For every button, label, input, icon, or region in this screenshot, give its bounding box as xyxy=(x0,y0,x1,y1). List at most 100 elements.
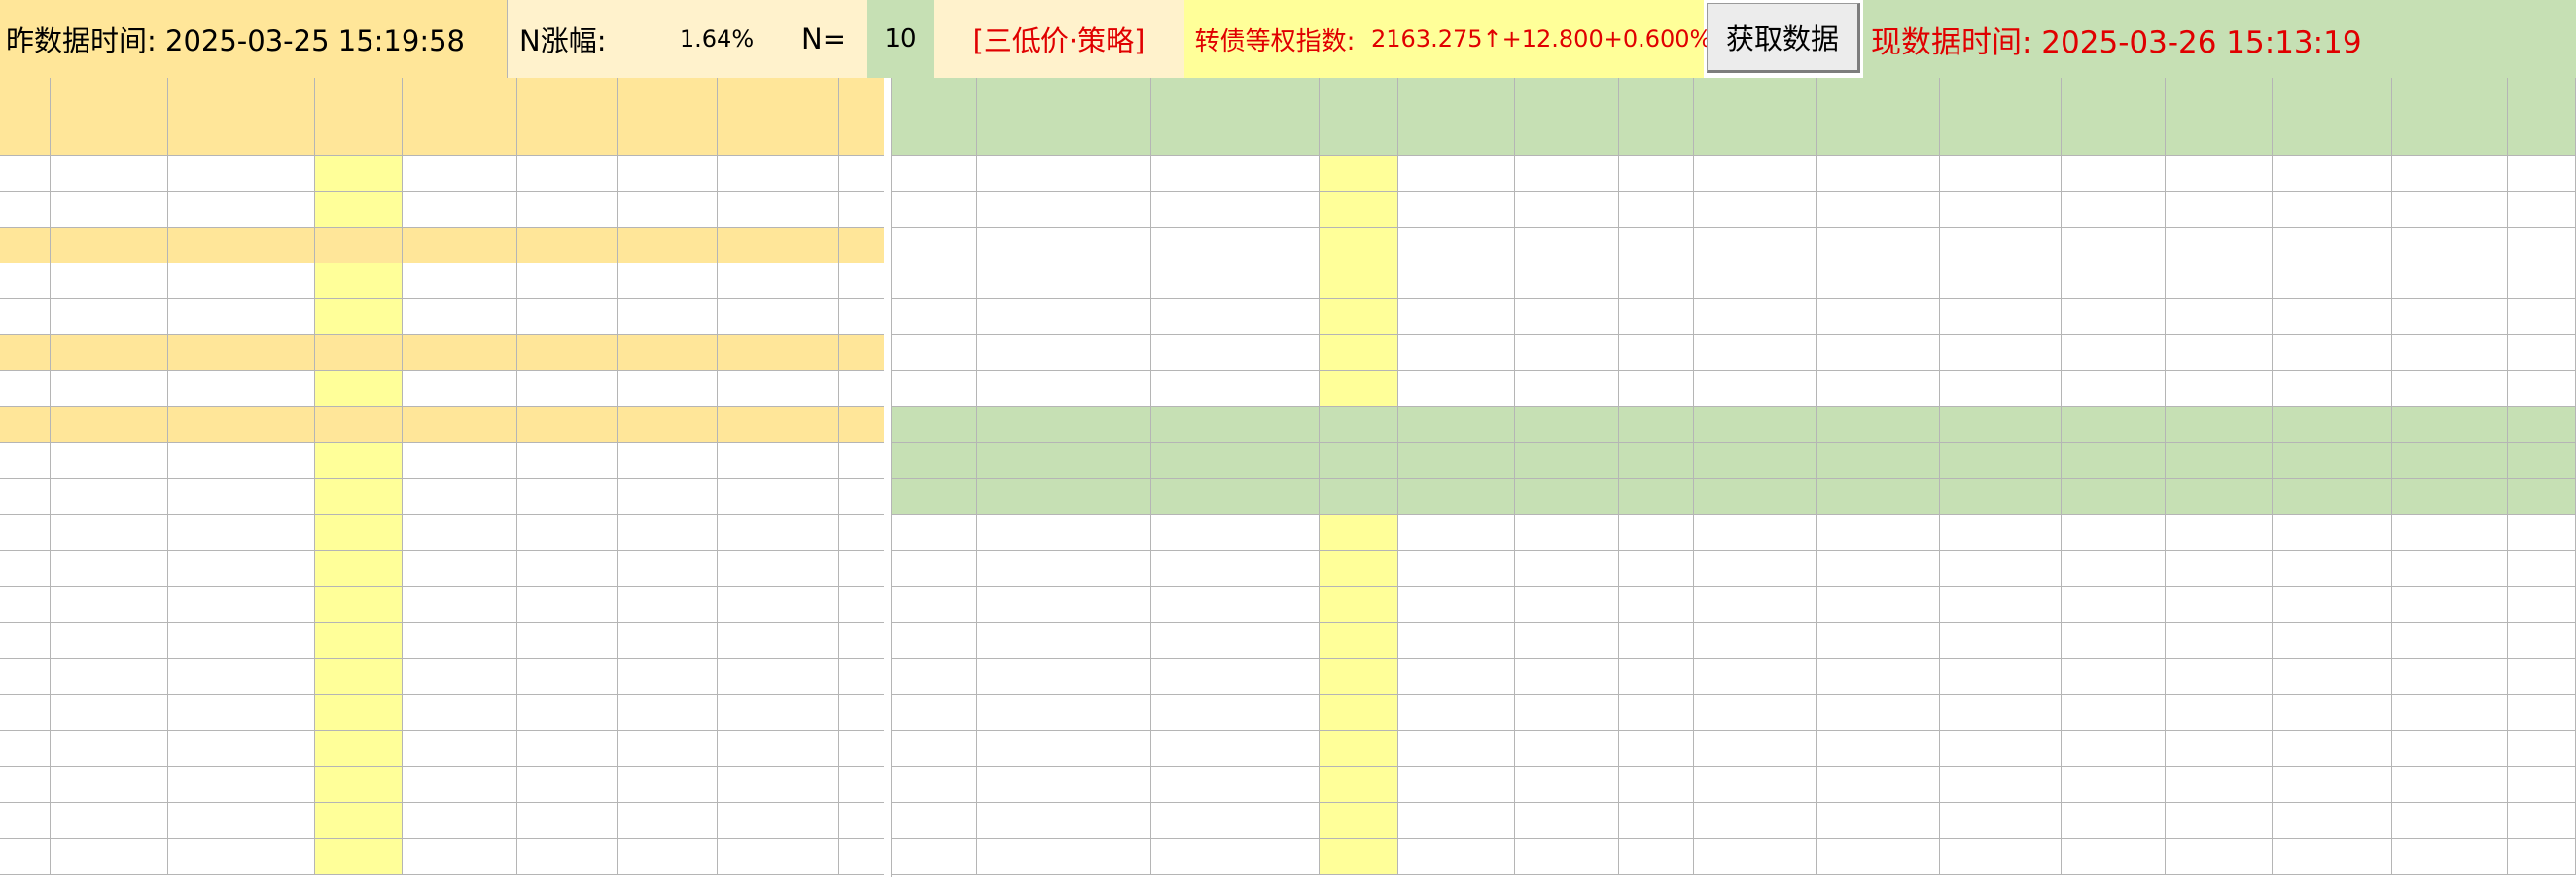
right-row-turnover xyxy=(1817,263,1940,299)
left-row-premium xyxy=(718,731,839,767)
right-row-holding xyxy=(1320,263,1398,299)
right-row-code xyxy=(977,551,1151,587)
right-row-remaining-time xyxy=(2166,443,2273,479)
right-row-change xyxy=(1515,839,1619,875)
right-row-bond-name xyxy=(1151,479,1320,515)
right-row-now-rank xyxy=(892,695,977,731)
right-row-remaining-time xyxy=(2166,335,2273,371)
right-row-remaining-scale xyxy=(2062,767,2166,803)
right-row-rating xyxy=(1619,443,1694,479)
right-row-code xyxy=(977,839,1151,875)
right-header-remaining-scale xyxy=(2062,78,2166,156)
right-row-three-low-value xyxy=(2273,515,2392,551)
right-row-remaining-time xyxy=(2166,156,2273,192)
left-row-price xyxy=(517,803,618,839)
right-row-trend-arrow xyxy=(2508,767,2576,803)
right-row-trend-arrow xyxy=(2508,803,2576,839)
left-row-holding xyxy=(315,479,403,515)
right-row-rating xyxy=(1619,407,1694,443)
left-row-prev-rank xyxy=(0,156,51,192)
right-row-change xyxy=(1515,407,1619,443)
right-row-now-rank xyxy=(892,587,977,623)
left-row-premium xyxy=(718,479,839,515)
left-row-premium xyxy=(718,443,839,479)
right-row-trend-arrow xyxy=(2508,551,2576,587)
right-row-prev-rank xyxy=(2392,623,2508,659)
left-row-price xyxy=(517,623,618,659)
right-row-code xyxy=(977,299,1151,335)
right-header-premium xyxy=(1694,78,1817,156)
left-row-holding xyxy=(315,839,403,875)
right-row-remaining-scale xyxy=(2062,228,2166,263)
n-value[interactable]: 10 xyxy=(867,0,934,78)
right-header-now-rank xyxy=(892,78,977,156)
right-row-bond-name xyxy=(1151,407,1320,443)
left-row-prev-rank xyxy=(0,623,51,659)
right-row-price xyxy=(1398,839,1515,875)
fetch-data-button[interactable]: 获取数据 xyxy=(1707,3,1860,73)
right-row-turnover xyxy=(1817,335,1940,371)
right-row-price xyxy=(1398,192,1515,228)
right-row-code xyxy=(977,228,1151,263)
right-row-remaining-time xyxy=(2166,623,2273,659)
right-row-holding xyxy=(1320,192,1398,228)
right-row-rating xyxy=(1619,587,1694,623)
left-row-prev-close xyxy=(403,192,517,228)
right-row-premium xyxy=(1694,335,1817,371)
left-header-premium xyxy=(718,78,839,156)
left-row-bond-name xyxy=(168,551,315,587)
right-row-prev-rank xyxy=(2392,551,2508,587)
right-row-prev-rank xyxy=(2392,156,2508,192)
right-row-ytm xyxy=(1940,551,2062,587)
right-row-change xyxy=(1515,623,1619,659)
right-row-prev-rank xyxy=(2392,659,2508,695)
right-row-price xyxy=(1398,263,1515,299)
right-row-trend-arrow xyxy=(2508,299,2576,335)
right-row-now-rank xyxy=(892,803,977,839)
right-header-turnover xyxy=(1817,78,1940,156)
right-header-prev-rank xyxy=(2392,78,2508,156)
left-row-price xyxy=(517,695,618,731)
right-header-holding xyxy=(1320,78,1398,156)
right-row-now-rank xyxy=(892,407,977,443)
left-row-bond-name xyxy=(168,371,315,407)
left-row-prev-close xyxy=(403,228,517,263)
right-row-now-rank xyxy=(892,839,977,875)
right-row-rating xyxy=(1619,335,1694,371)
right-row-premium xyxy=(1694,156,1817,192)
right-row-now-rank xyxy=(892,479,977,515)
right-row-change xyxy=(1515,335,1619,371)
right-row-three-low-value xyxy=(2273,443,2392,479)
right-row-remaining-scale xyxy=(2062,551,2166,587)
left-row-bond-name xyxy=(168,659,315,695)
left-header-holding xyxy=(315,78,403,156)
left-row-premium xyxy=(718,623,839,659)
right-row-premium xyxy=(1694,587,1817,623)
right-row-bond-name xyxy=(1151,192,1320,228)
right-row-turnover xyxy=(1817,479,1940,515)
right-row-ytm xyxy=(1940,659,2062,695)
right-row-code xyxy=(977,623,1151,659)
right-header-price xyxy=(1398,78,1515,156)
left-row-holding xyxy=(315,551,403,587)
right-row-prev-rank xyxy=(2392,192,2508,228)
left-row-bond-name xyxy=(168,623,315,659)
n-label: N= xyxy=(780,0,867,78)
left-row-code xyxy=(51,335,168,371)
right-row-price xyxy=(1398,407,1515,443)
right-row-bond-name xyxy=(1151,299,1320,335)
left-row-prev-rank xyxy=(0,551,51,587)
right-row-trend-arrow xyxy=(2508,731,2576,767)
left-row-code xyxy=(51,623,168,659)
right-row-bond-name xyxy=(1151,551,1320,587)
right-row-premium xyxy=(1694,515,1817,551)
left-row-premium xyxy=(718,263,839,299)
now-data-time: 现数据时间: 2025-03-26 15:13:19 xyxy=(1863,0,2576,78)
right-row-turnover xyxy=(1817,659,1940,695)
left-row-prev-close xyxy=(403,407,517,443)
left-row-change xyxy=(618,803,718,839)
left-row-change xyxy=(618,623,718,659)
right-row-bond-name xyxy=(1151,335,1320,371)
right-row-trend-arrow xyxy=(2508,263,2576,299)
left-row-change xyxy=(618,299,718,335)
